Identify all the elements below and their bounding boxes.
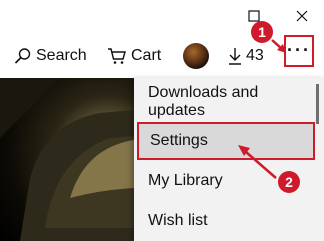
menu-item-settings[interactable]: Settings	[137, 122, 315, 160]
menu-scrollbar[interactable]	[316, 84, 319, 124]
menu-item-label: Settings	[150, 132, 208, 149]
hero-banner[interactable]	[0, 78, 134, 241]
more-dropdown-menu: Downloads and updates Settings My Librar…	[134, 78, 324, 241]
more-icon: ···	[287, 40, 311, 60]
step-1-badge: 1	[251, 21, 273, 43]
search-icon	[14, 48, 31, 64]
menu-item-label: My Library	[148, 172, 223, 189]
store-toolbar: Search Cart 43	[0, 34, 324, 78]
user-avatar[interactable]	[183, 43, 209, 69]
menu-item-downloads-and-updates[interactable]: Downloads and updates	[134, 83, 318, 121]
menu-item-label: Downloads and updates	[148, 84, 259, 119]
cart-button[interactable]: Cart	[107, 34, 161, 78]
search-label: Search	[36, 47, 87, 64]
step-2-badge: 2	[278, 171, 300, 193]
cart-label: Cart	[131, 47, 162, 64]
downloads-count: 43	[246, 47, 264, 64]
hero-helmet-image	[0, 78, 134, 241]
search-button[interactable]: Search	[14, 34, 87, 78]
menu-item-wish-list[interactable]: Wish list	[134, 202, 318, 240]
menu-item-label: Wish list	[148, 212, 208, 229]
title-bar	[0, 0, 324, 34]
download-icon	[229, 48, 241, 65]
maximize-icon	[248, 10, 260, 22]
cart-icon	[108, 48, 126, 64]
see-more-button[interactable]: ···	[284, 35, 314, 67]
close-icon	[296, 10, 308, 22]
close-button[interactable]	[288, 4, 316, 28]
